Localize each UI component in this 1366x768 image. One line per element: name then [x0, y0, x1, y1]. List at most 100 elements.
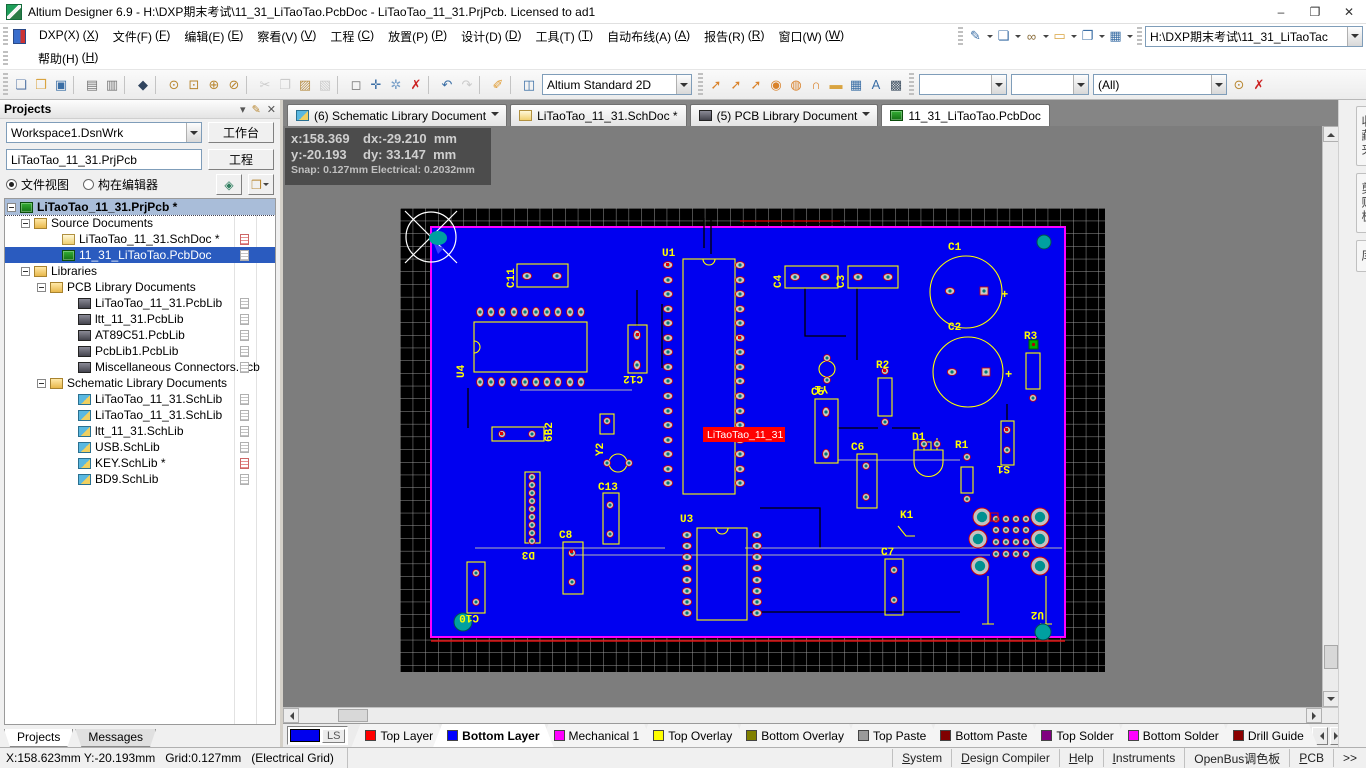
- interactive-routing-icon[interactable]: ➚: [706, 75, 726, 95]
- right-panel-tab[interactable]: 收藏夹: [1356, 106, 1366, 166]
- toolbar-grip[interactable]: [3, 73, 8, 96]
- toolbar-grip[interactable]: [909, 73, 914, 96]
- tree-item[interactable]: AT89C51.PcbLib: [5, 327, 275, 343]
- right-panel-tab[interactable]: 库: [1356, 240, 1366, 272]
- layer-set-selector[interactable]: LS: [287, 726, 349, 745]
- file-view-radio[interactable]: [6, 179, 17, 190]
- menu-grip[interactable]: [3, 27, 8, 45]
- document-tab[interactable]: (6) Schematic Library Document: [287, 104, 508, 126]
- chevron-down-icon[interactable]: [186, 123, 201, 142]
- panel-access-button[interactable]: Instruments: [1102, 749, 1185, 767]
- redo-icon[interactable]: ↷: [457, 75, 477, 95]
- tree-item[interactable]: PCB Library Documents: [5, 279, 275, 295]
- document-tab[interactable]: 11_31_LiTaoTao.PcbDoc: [881, 104, 1050, 126]
- mask-combo[interactable]: [919, 74, 1007, 95]
- tree-item[interactable]: ltt_11_31.PcbLib: [5, 311, 275, 327]
- layer-tab[interactable]: Drill Guide: [1219, 724, 1318, 747]
- tree-item[interactable]: LiTaoTao_11_31.SchLib: [5, 391, 275, 407]
- vertical-scrollbar[interactable]: [1322, 126, 1338, 707]
- zoom-document-icon[interactable]: ⊙: [164, 75, 184, 95]
- document-path-combo[interactable]: H:\DXP期末考试\11_31_LiTaoTac: [1145, 25, 1363, 47]
- toolbar-grip[interactable]: [1137, 27, 1142, 45]
- tree-item[interactable]: PcbLib1.PcbLib: [5, 343, 275, 359]
- expand-toggle[interactable]: [21, 266, 30, 276]
- chevron-down-icon[interactable]: [676, 75, 691, 94]
- zoom-area-icon[interactable]: ⊡: [184, 75, 204, 95]
- workspace-combo[interactable]: Workspace1.DsnWrk: [6, 122, 202, 143]
- pcb-sheet[interactable]: U1 C11 C12 U4 C4 C3 C1 C2 R3 Y1 R2 C5 C6…: [400, 208, 1105, 672]
- differential-routing-icon[interactable]: ➚: [726, 75, 746, 95]
- ruler-tool-icon[interactable]: ▭: [1050, 26, 1069, 46]
- zoom-filter-icon[interactable]: ⊘: [224, 75, 244, 95]
- next-layer-button[interactable]: [1329, 726, 1338, 745]
- dropdown-arrow-icon[interactable]: [1097, 27, 1106, 45]
- layers-tool-icon[interactable]: ❏: [994, 26, 1013, 46]
- expand-toggle[interactable]: [21, 218, 30, 228]
- menu-item[interactable]: 设计(D)D: [454, 26, 528, 47]
- move-icon[interactable]: ✛: [366, 75, 386, 95]
- vertical-scroll-thumb[interactable]: [1324, 645, 1338, 669]
- menu-item[interactable]: 自动布线(A)A: [600, 26, 697, 47]
- dropdown-arrow-icon[interactable]: [985, 27, 994, 45]
- panel-bottom-tab[interactable]: Projects: [4, 729, 73, 747]
- panel-menu-icon[interactable]: ▾: [240, 103, 246, 116]
- layer-tab[interactable]: Top Overlay: [639, 724, 746, 747]
- menu-item[interactable]: 窗口(W)W: [771, 26, 851, 47]
- pcb-editor-canvas[interactable]: x:158.369 dx:-29.210 mm y:-20.193 dy: 33.1…: [283, 126, 1338, 707]
- minimize-button[interactable]: –: [1264, 0, 1298, 23]
- chevron-down-icon[interactable]: [1073, 75, 1088, 94]
- save-icon[interactable]: ▣: [51, 75, 71, 95]
- arc-icon[interactable]: ∩: [806, 75, 826, 95]
- menu-item[interactable]: 工程C: [323, 26, 381, 47]
- panel-bottom-tab[interactable]: Messages: [75, 729, 156, 747]
- dropdown-arrow-icon[interactable]: [1041, 27, 1050, 45]
- wand-icon[interactable]: ✐: [488, 75, 508, 95]
- expand-toggle[interactable]: [37, 282, 46, 292]
- via-icon[interactable]: ◍: [786, 75, 806, 95]
- dropdown-arrow-icon[interactable]: [1069, 27, 1078, 45]
- tree-item[interactable]: KEY.SchLib *: [5, 455, 275, 471]
- pin-icon[interactable]: ✎: [252, 103, 261, 116]
- project-field[interactable]: LiTaoTao_11_31.PrjPcb: [6, 149, 202, 170]
- measure-tool-icon[interactable]: ✎: [966, 26, 985, 46]
- find-similar-icon[interactable]: ◫: [519, 75, 539, 95]
- project-button[interactable]: 工程: [208, 149, 274, 170]
- paste-array-icon[interactable]: ▧: [315, 75, 335, 95]
- tree-item[interactable]: BD9.SchLib: [5, 471, 275, 487]
- panel-access-button[interactable]: >>: [1332, 749, 1366, 767]
- tree-item[interactable]: LiTaoTao_11_31.PrjPcb *: [5, 199, 275, 216]
- layer-tab[interactable]: Bottom Overlay: [732, 724, 858, 747]
- multi-trace-routing-icon[interactable]: ➚: [746, 75, 766, 95]
- zoom-selected-icon[interactable]: ⊕: [204, 75, 224, 95]
- copy-icon[interactable]: ❐: [275, 75, 295, 95]
- pad-icon[interactable]: ◉: [766, 75, 786, 95]
- menu-item[interactable]: 察看(V)V: [250, 26, 323, 47]
- tree-item[interactable]: LiTaoTao_11_31.PcbLib: [5, 295, 275, 311]
- tree-item[interactable]: ltt_11_31.SchLib: [5, 423, 275, 439]
- chevron-down-icon[interactable]: [991, 75, 1006, 94]
- query-zoom-filter-icon[interactable]: ⊙: [1229, 75, 1249, 95]
- component-icon[interactable]: ▩: [886, 75, 906, 95]
- layer-tab[interactable]: Bottom Paste: [926, 724, 1041, 747]
- print-icon[interactable]: ▤: [82, 75, 102, 95]
- chevron-down-icon[interactable]: [1347, 26, 1362, 46]
- menu-item[interactable]: 编辑(E)E: [177, 26, 250, 47]
- close-button[interactable]: ✕: [1332, 0, 1366, 23]
- validate-project-button[interactable]: ◈: [216, 174, 242, 195]
- print-preview-icon[interactable]: ▥: [102, 75, 122, 95]
- tree-item[interactable]: Libraries: [5, 263, 275, 279]
- tree-item[interactable]: 11_31_LiTaoTao.PcbDoc: [5, 247, 275, 263]
- select-combo[interactable]: [1011, 74, 1089, 95]
- toolbar-grip[interactable]: [698, 73, 703, 96]
- scroll-right-icon[interactable]: [1306, 708, 1322, 723]
- layer-tab[interactable]: Bottom Layer: [433, 724, 553, 747]
- layer-tab[interactable]: Top Layer: [351, 724, 447, 747]
- tree-item[interactable]: LiTaoTao_11_31.SchLib: [5, 407, 275, 423]
- panel-access-button[interactable]: System: [892, 749, 951, 767]
- layer-set-label[interactable]: LS: [322, 728, 346, 743]
- menu-item[interactable]: 文件(F)F: [106, 26, 178, 47]
- dropdown-arrow-icon[interactable]: [1125, 27, 1134, 45]
- tree-item[interactable]: Miscellaneous Connectors.Pcb: [5, 359, 275, 375]
- horizontal-scroll-thumb[interactable]: [338, 709, 368, 722]
- chevron-down-icon[interactable]: [1211, 75, 1226, 94]
